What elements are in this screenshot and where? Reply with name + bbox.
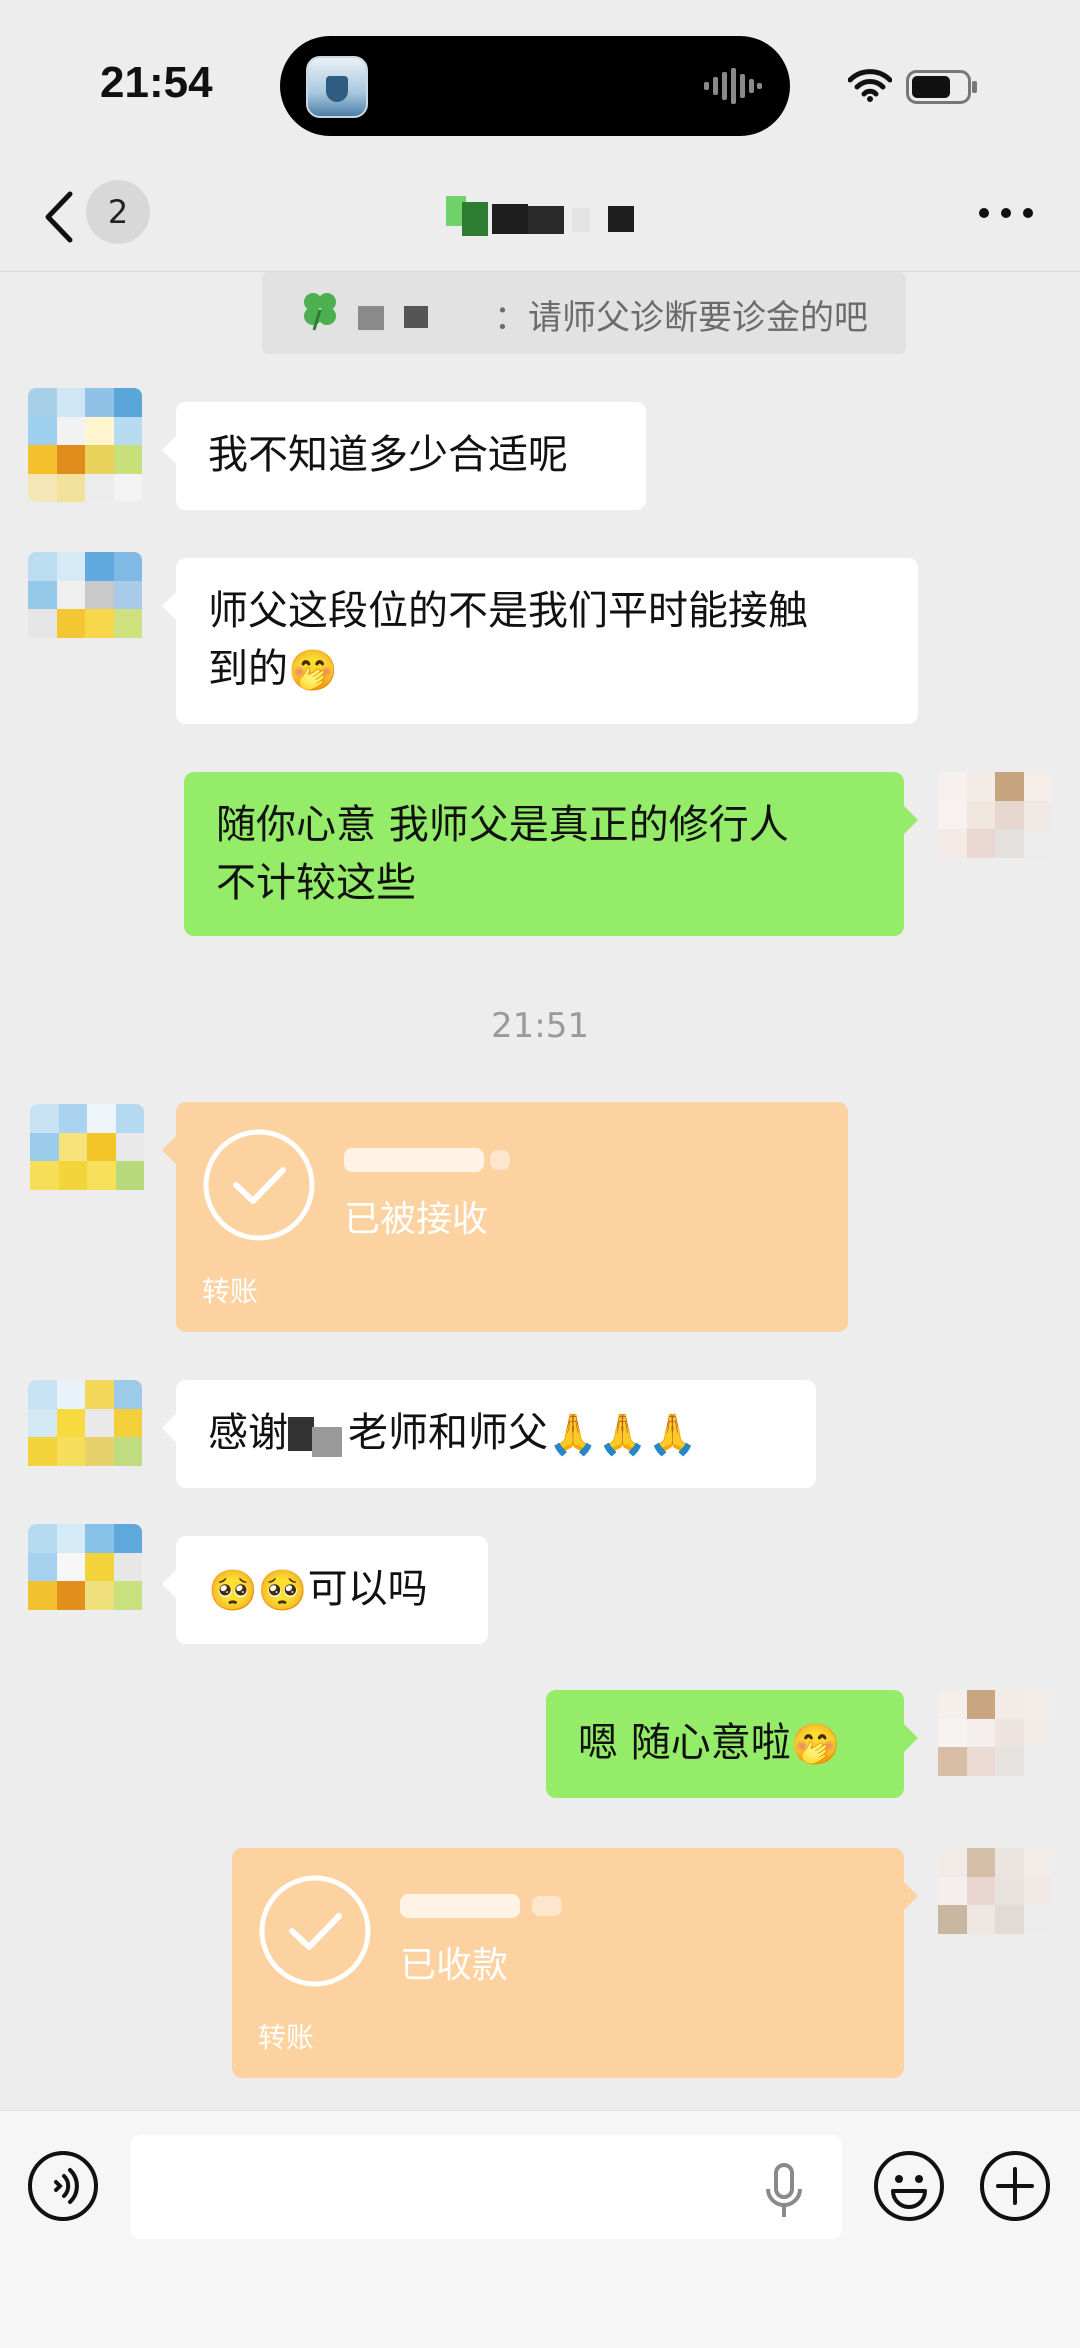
contact-avatar[interactable] [30, 1104, 144, 1218]
audio-wave-icon [704, 68, 762, 104]
message-input[interactable] [130, 2135, 842, 2239]
transfer-amount [400, 1884, 570, 1924]
pleading-face-emoji: 🥺🥺 [208, 1568, 308, 1614]
thinking-face-emoji: 🤭 [288, 648, 338, 694]
quoted-message-bar[interactable]: ：请师父诊断要诊金的吧 [262, 272, 906, 354]
my-avatar[interactable] [938, 1848, 1052, 1962]
more-icon[interactable] [976, 198, 1036, 228]
pray-emoji: 🙏🙏🙏 [548, 1412, 698, 1458]
contact-avatar[interactable] [28, 388, 142, 502]
unread-count-badge[interactable]: 2 [86, 180, 150, 244]
message-bubble-incoming[interactable]: 师父这段位的不是我们平时能接触 到的🤭 [162, 558, 918, 724]
timestamp-divider: 21:51 [491, 1006, 589, 1046]
island-app-icon[interactable] [306, 56, 368, 118]
back-icon[interactable] [36, 182, 86, 252]
transfer-label: 转账 [258, 2021, 315, 2054]
message-text: 嗯 随心意啦 [578, 1720, 791, 1766]
clover-icon [304, 293, 336, 331]
message-text: 我不知道多少合适呢 [208, 432, 568, 478]
my-avatar[interactable] [938, 1690, 1052, 1804]
plus-icon[interactable] [978, 2149, 1052, 2223]
message-text: 感谢 [208, 1410, 288, 1456]
chat-input-bar [0, 2110, 1080, 2348]
wifi-icon [848, 69, 892, 102]
chat-header: 2 [0, 160, 1080, 272]
mic-icon[interactable] [764, 2163, 804, 2219]
message-bubble-incoming[interactable]: 我不知道多少合适呢 [162, 402, 646, 510]
message-text: 可以吗 [307, 1566, 428, 1612]
emoji-icon[interactable] [872, 2149, 946, 2223]
message-bubble-incoming[interactable]: 感谢 老师和师父🙏🙏🙏 [162, 1380, 816, 1488]
status-bar: 21:54 [0, 0, 1080, 170]
quote-sender-redacted [358, 306, 428, 330]
message-text: 随你心意 我师父是真正的修行人 不计较这些 [216, 802, 789, 906]
quoted-text: ：请师父诊断要诊金的吧 [494, 298, 868, 338]
battery-icon [906, 70, 977, 104]
message-bubble-incoming[interactable]: 🥺🥺可以吗 [162, 1536, 488, 1644]
thinking-face-emoji: 🤭 [790, 1722, 841, 1768]
status-time: 21:54 [100, 58, 213, 107]
my-avatar[interactable] [938, 772, 1052, 886]
check-circle-icon [259, 1875, 371, 1987]
transfer-card-received[interactable]: 已被接收 转账 [162, 1102, 848, 1332]
contact-avatar[interactable] [28, 1524, 142, 1638]
transfer-label: 转账 [202, 1275, 259, 1308]
dynamic-island[interactable] [280, 36, 790, 136]
chat-title [440, 190, 640, 242]
contact-avatar[interactable] [28, 1380, 142, 1494]
transfer-status: 已被接收 [344, 1199, 489, 1240]
check-circle-icon [203, 1129, 315, 1241]
transfer-amount [344, 1138, 514, 1178]
contact-avatar[interactable] [28, 552, 142, 666]
transfer-status: 已收款 [400, 1945, 509, 1986]
transfer-card-accepted[interactable]: 已收款 转账 [232, 1848, 918, 2078]
message-text: 老师和师父 [348, 1410, 548, 1456]
message-bubble-outgoing[interactable]: 随你心意 我师父是真正的修行人 不计较这些 [184, 772, 918, 936]
name-redacted [288, 1417, 342, 1457]
message-bubble-outgoing[interactable]: 嗯 随心意啦🤭 [546, 1690, 918, 1798]
voice-icon[interactable] [26, 2149, 100, 2223]
